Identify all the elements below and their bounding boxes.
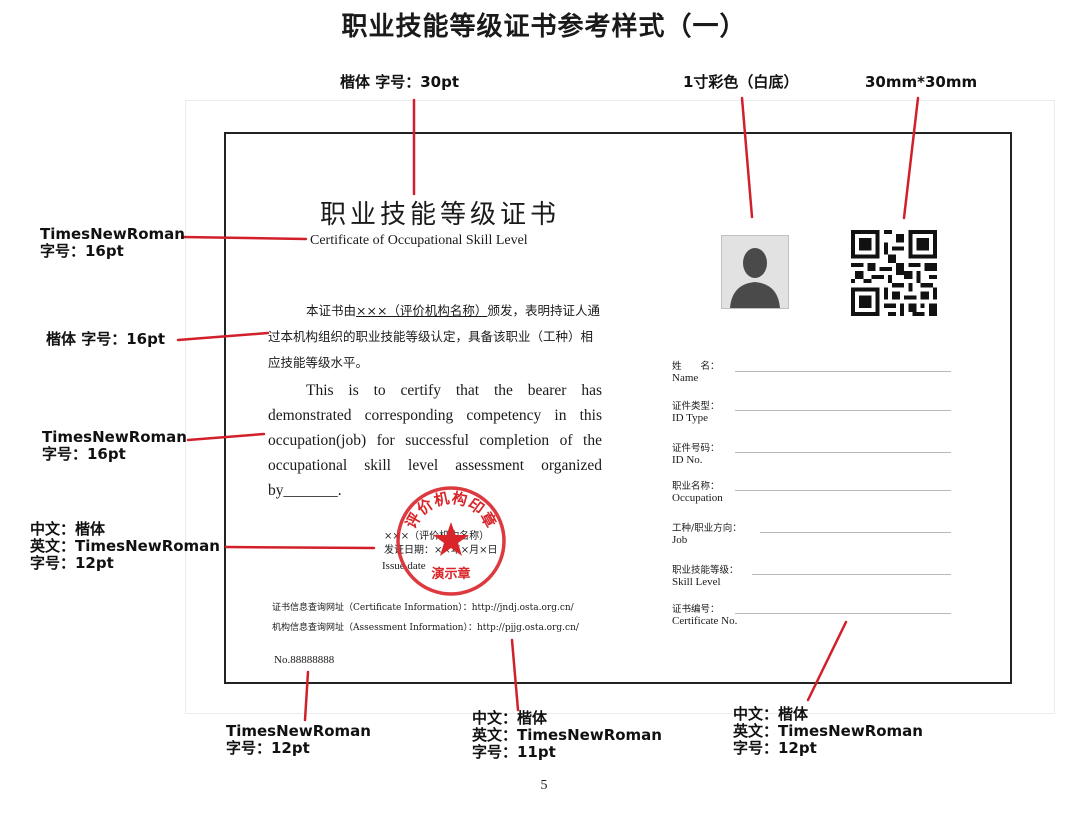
leader-line-en-title xyxy=(180,235,308,241)
leader-line-cert-no xyxy=(303,670,310,722)
leader-line-en-body xyxy=(186,432,266,442)
annotation-qr-spec: 30mm*30mm xyxy=(865,73,978,91)
leader-line-fields xyxy=(806,620,848,702)
annotation-en-title-font: TimesNewRoman 字号：16pt xyxy=(40,225,185,260)
annotation-issuer-font: 中文：楷体 英文：TimesNewRoman 字号：12pt xyxy=(30,520,220,572)
annotation-en-body-font: TimesNewRoman 字号：16pt xyxy=(42,428,187,463)
annotation-fields-font: 中文：楷体 英文：TimesNewRoman 字号：12pt xyxy=(733,705,923,757)
annotation-cn-body-font: 楷体 字号：16pt xyxy=(46,330,166,348)
annotation-cert-no-font: TimesNewRoman 字号：12pt xyxy=(226,722,371,757)
annotation-info-font: 中文：楷体 英文：TimesNewRoman 字号：11pt xyxy=(472,709,662,761)
leader-line-photo xyxy=(740,96,754,219)
leader-line-cn-body xyxy=(176,331,270,342)
leader-line-issuer xyxy=(224,545,376,550)
annotation-leader-lines xyxy=(176,96,920,722)
annotation-photo-spec: 1寸彩色（白底） xyxy=(683,73,799,91)
page-number: 5 xyxy=(540,778,548,793)
leader-line-info xyxy=(510,638,520,712)
leader-line-qr xyxy=(902,96,920,220)
annotation-title-font: 楷体 字号：30pt xyxy=(340,73,460,91)
